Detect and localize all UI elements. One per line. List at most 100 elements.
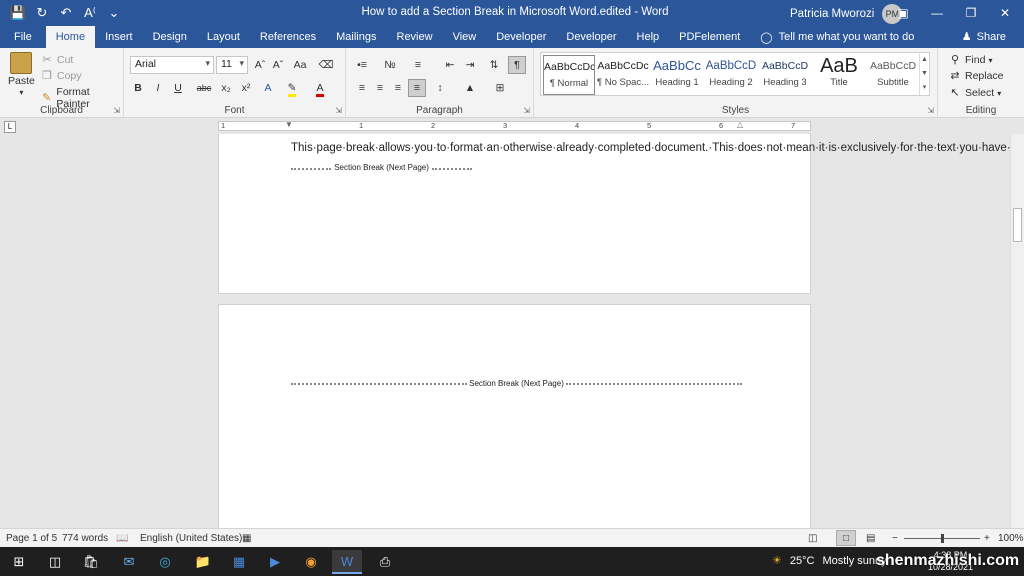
borders-icon[interactable]: ⊞: [492, 80, 508, 96]
mail-icon[interactable]: ✉: [114, 550, 144, 574]
font-size-icon[interactable]: A⁽: [80, 3, 100, 23]
multilevel-list-icon[interactable]: ≡: [410, 57, 426, 73]
tab-review[interactable]: Review: [387, 26, 443, 48]
shading-icon[interactable]: ▲: [462, 80, 478, 96]
tell-me-search[interactable]: ◯ Tell me what you want to do: [750, 26, 924, 48]
bold-button[interactable]: B: [130, 80, 146, 96]
body-paragraph[interactable]: This·page·break·allows·you·to·format·an·…: [291, 139, 1010, 178]
highlight-icon[interactable]: ✎: [284, 80, 300, 97]
line-spacing-icon[interactable]: ↕: [432, 80, 448, 96]
sort-icon[interactable]: ⇅: [486, 57, 502, 73]
grow-font-button[interactable]: Aˆ: [252, 57, 268, 73]
tab-view[interactable]: View: [443, 26, 487, 48]
dialog-launcher-icon[interactable]: ⇲: [523, 106, 530, 115]
weather-widget[interactable]: ☀ 25°C Mostly sunny: [772, 554, 887, 568]
zoom-slider-thumb[interactable]: [941, 534, 944, 543]
print-layout-icon[interactable]: □: [836, 530, 856, 546]
save-icon[interactable]: 💾: [8, 3, 28, 23]
ribbon-display-icon[interactable]: ▣: [886, 0, 920, 26]
minimize-icon[interactable]: —: [920, 0, 954, 26]
printer-icon[interactable]: ⎙: [370, 550, 400, 574]
tab-pdfelement[interactable]: PDFelement: [669, 26, 750, 48]
tab-references[interactable]: References: [250, 26, 326, 48]
read-mode-icon[interactable]: ◫: [808, 533, 817, 544]
cut-button[interactable]: ✂ Cut: [40, 53, 73, 67]
word-count[interactable]: 774 words: [62, 533, 108, 544]
page-2[interactable]: Section Break (Next Page): [218, 304, 811, 528]
right-indent-marker-icon[interactable]: △: [737, 120, 743, 129]
style-normal[interactable]: AaBbCcDc ¶ Normal: [543, 55, 595, 95]
justify-icon[interactable]: ≡: [408, 79, 426, 97]
store-icon[interactable]: 🛍: [76, 550, 106, 574]
align-center-icon[interactable]: ≡: [372, 80, 388, 96]
replace-button[interactable]: ⇄ Replace: [948, 69, 1003, 83]
italic-button[interactable]: I: [150, 80, 166, 96]
align-right-icon[interactable]: ≡: [390, 80, 406, 96]
font-color-icon[interactable]: A: [312, 80, 328, 97]
autosave-icon[interactable]: ↻: [32, 3, 52, 23]
shrink-font-button[interactable]: Aˇ: [270, 57, 286, 73]
video-editor-icon[interactable]: ▶: [260, 550, 290, 574]
underline-button[interactable]: U: [170, 80, 186, 96]
windows-start-icon[interactable]: ⊞: [4, 550, 34, 574]
subscript-button[interactable]: x₂: [218, 80, 234, 96]
indent-marker-icon[interactable]: ▼: [285, 120, 293, 129]
calculator-icon[interactable]: ▦: [224, 550, 254, 574]
superscript-button[interactable]: x²: [238, 80, 254, 96]
tab-home[interactable]: Home: [45, 26, 96, 48]
page-count[interactable]: Page 1 of 5: [6, 533, 57, 544]
tab-design[interactable]: Design: [143, 26, 197, 48]
text-effects-icon[interactable]: A: [260, 80, 276, 96]
style-heading-3[interactable]: AaBbCcD Heading 3: [759, 55, 811, 95]
style-title[interactable]: AaB Title: [813, 55, 865, 95]
scrollbar-thumb[interactable]: [1013, 208, 1022, 242]
share-button[interactable]: ♟ Share: [962, 30, 1006, 44]
clear-formatting-icon[interactable]: ⌫: [318, 57, 334, 73]
vertical-scrollbar[interactable]: [1010, 134, 1024, 528]
change-case-button[interactable]: Aa: [290, 57, 310, 73]
styles-scroll[interactable]: ▲ ▼ ▾: [919, 53, 929, 95]
web-layout-icon[interactable]: ▤: [866, 533, 875, 544]
show-formatting-marks-button[interactable]: ¶: [508, 56, 526, 74]
tab-developer-2[interactable]: Developer: [556, 26, 626, 48]
dialog-launcher-icon[interactable]: ⇲: [927, 106, 934, 115]
find-button[interactable]: ⚲ Find ▾: [948, 53, 992, 67]
customize-icon[interactable]: ⌄: [104, 3, 124, 23]
tab-developer[interactable]: Developer: [486, 26, 556, 48]
tab-layout[interactable]: Layout: [197, 26, 250, 48]
copy-button[interactable]: ❐ Copy: [40, 69, 81, 83]
font-name-combo[interactable]: Arial ▾: [130, 56, 214, 74]
chrome-icon[interactable]: ◉: [296, 550, 326, 574]
style-heading-1[interactable]: AaBbCc Heading 1: [651, 55, 703, 95]
language[interactable]: English (United States): [140, 533, 242, 544]
style-subtitle[interactable]: AaBbCcD Subtitle: [867, 55, 919, 95]
decrease-indent-icon[interactable]: ⇤: [442, 57, 458, 73]
style-no-spacing[interactable]: AaBbCcDc ¶ No Spac...: [597, 55, 649, 95]
page-1[interactable]: This·page·break·allows·you·to·format·an·…: [218, 134, 1010, 294]
close-icon[interactable]: ✕: [988, 0, 1022, 26]
bullets-icon[interactable]: •≡: [354, 57, 370, 73]
select-button[interactable]: ↖ Select ▾: [948, 86, 1001, 100]
proofing-icon[interactable]: 📖: [116, 533, 128, 544]
tab-help[interactable]: Help: [627, 26, 670, 48]
strikethrough-button[interactable]: abc: [194, 80, 214, 96]
task-view-icon[interactable]: ◫: [40, 550, 70, 574]
dialog-launcher-icon[interactable]: ⇲: [113, 106, 120, 115]
macro-icon[interactable]: ▦: [242, 533, 251, 544]
restore-icon[interactable]: ❐: [954, 0, 988, 26]
tab-file[interactable]: File: [0, 26, 46, 48]
zoom-out-icon[interactable]: −: [892, 533, 898, 544]
zoom-in-icon[interactable]: +: [984, 533, 990, 544]
tab-mailings[interactable]: Mailings: [326, 26, 386, 48]
horizontal-ruler[interactable]: 1 1 2 3 4 5 6 7 ▼ △: [218, 120, 811, 131]
dialog-launcher-icon[interactable]: ⇲: [335, 106, 342, 115]
zoom-level[interactable]: 100%: [998, 533, 1024, 544]
edge-icon[interactable]: ◎: [150, 550, 180, 574]
undo-icon[interactable]: ↶: [56, 3, 76, 23]
style-heading-2[interactable]: AaBbCcD Heading 2: [705, 55, 757, 95]
tab-selector[interactable]: L: [4, 121, 16, 133]
font-size-combo[interactable]: 11 ▾: [216, 56, 248, 74]
word-icon[interactable]: W: [332, 550, 362, 574]
numbering-icon[interactable]: №: [382, 57, 398, 73]
align-left-icon[interactable]: ≡: [354, 80, 370, 96]
